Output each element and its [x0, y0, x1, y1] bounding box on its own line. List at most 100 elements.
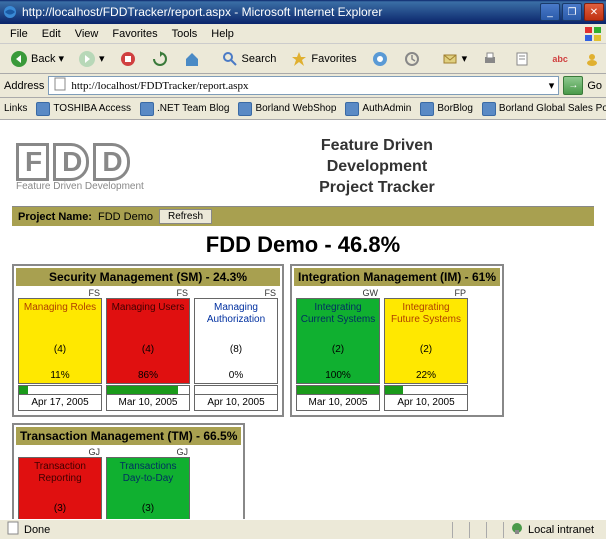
card-body: Managing Authorization(8)0%	[194, 298, 278, 384]
card-percent: 11%	[19, 368, 101, 383]
home-button[interactable]	[177, 46, 207, 72]
search-button[interactable]: Search	[215, 46, 283, 72]
menu-tools[interactable]: Tools	[166, 26, 204, 42]
window-titlebar: http://localhost/FDDTracker/report.aspx …	[0, 0, 606, 24]
card-percent: 86%	[107, 368, 189, 383]
link-item[interactable]: TOSHIBA Access	[32, 100, 135, 118]
status-cell	[469, 522, 482, 538]
progress-fill	[297, 386, 379, 394]
link-item[interactable]: Borland Global Sales Portal	[478, 100, 606, 118]
address-input-container[interactable]: ▾	[48, 76, 559, 95]
stop-icon	[119, 50, 137, 68]
back-label: Back	[31, 53, 55, 65]
links-bar: Links TOSHIBA Access .NET Team Blog Borl…	[0, 98, 606, 120]
app-title: Feature Driven Development Project Track…	[164, 136, 590, 198]
menu-view[interactable]: View	[69, 26, 105, 42]
feature-card: GJTransactions Day-to-Day(3)100%Mar 10, …	[106, 447, 190, 519]
link-item[interactable]: .NET Team Blog	[136, 100, 233, 118]
card-name: Integrating Current Systems	[297, 299, 379, 331]
address-input[interactable]	[71, 80, 544, 92]
print-button[interactable]	[475, 46, 505, 72]
links-label: Links	[4, 103, 31, 114]
feature-card: GJTransaction Reporting(3)33%Mar 10, 200…	[18, 447, 102, 519]
star-icon	[290, 50, 308, 68]
page-content: FDD Feature Driven Development Feature D…	[0, 120, 606, 519]
menu-edit[interactable]: Edit	[36, 26, 67, 42]
favorites-button[interactable]: Favorites	[284, 46, 362, 72]
owner-initials: GW	[296, 288, 380, 298]
history-button[interactable]	[397, 46, 427, 72]
abc-icon: abc	[551, 50, 569, 68]
back-button[interactable]: Back ▾	[4, 46, 70, 72]
ext1-button[interactable]: abc	[545, 46, 575, 72]
go-label: Go	[587, 80, 602, 92]
minimize-button[interactable]: _	[540, 3, 560, 21]
refresh-button[interactable]	[145, 46, 175, 72]
refresh-button[interactable]: Refresh	[159, 209, 212, 224]
card-count: (8)	[195, 331, 277, 368]
card-count: (3)	[19, 490, 101, 519]
link-item[interactable]: AuthAdmin	[341, 100, 415, 118]
go-button[interactable]: →	[563, 76, 583, 95]
card-date: Mar 10, 2005	[296, 395, 380, 411]
link-icon	[482, 102, 496, 116]
media-button[interactable]	[365, 46, 395, 72]
link-icon	[36, 102, 50, 116]
owner-initials: GJ	[18, 447, 102, 457]
address-label: Address	[4, 80, 44, 92]
link-icon	[238, 102, 252, 116]
edit-button[interactable]	[507, 46, 537, 72]
logo-tagline: Feature Driven Development	[16, 181, 144, 192]
card-name: Managing Roles	[19, 299, 101, 331]
close-button[interactable]: ✕	[584, 3, 604, 21]
media-icon	[371, 50, 389, 68]
feature-card: FSManaging Authorization(8)0% Apr 10, 200…	[194, 288, 278, 411]
chevron-down-icon: ▾	[99, 52, 105, 65]
link-item[interactable]: Borland WebShop	[234, 100, 340, 118]
card-body: Integrating Current Systems(2)100%	[296, 298, 380, 384]
owner-initials: FS	[18, 288, 102, 298]
address-bar: Address ▾ → Go	[0, 74, 606, 98]
group-title: Integration Management (IM) - 61%	[294, 268, 500, 286]
project-label: Project Name:	[18, 211, 92, 223]
card-percent: 100%	[297, 368, 379, 383]
menu-help[interactable]: Help	[205, 26, 240, 42]
card-body: Transactions Day-to-Day(3)100%	[106, 457, 190, 519]
feature-card: FSManaging Users(4)86%Mar 10, 2005	[106, 288, 190, 411]
progress-fill	[385, 386, 403, 394]
menu-file[interactable]: File	[4, 26, 34, 42]
messenger-icon	[583, 50, 601, 68]
owner-initials: FS	[194, 288, 278, 298]
card-count: (3)	[107, 490, 189, 519]
ext2-button[interactable]	[577, 46, 606, 72]
cards-row: GJTransaction Reporting(3)33%Mar 10, 200…	[16, 445, 241, 519]
main-title: FDD Demo - 46.8%	[12, 226, 594, 264]
link-item[interactable]: BorBlog	[416, 100, 477, 118]
app-header: FDD Feature Driven Development Feature D…	[12, 128, 594, 207]
stop-button[interactable]	[113, 46, 143, 72]
card-date: Apr 10, 2005	[194, 395, 278, 411]
page-icon	[53, 77, 67, 94]
maximize-button[interactable]: ❐	[562, 3, 582, 21]
chevron-down-icon: ▾	[58, 52, 64, 65]
back-icon	[10, 50, 28, 68]
progress-bar	[194, 385, 278, 395]
card-date: Apr 10, 2005	[384, 395, 468, 411]
status-cell	[486, 522, 499, 538]
card-percent: 0%	[195, 368, 277, 383]
link-icon	[420, 102, 434, 116]
security-zone: Local intranet	[503, 522, 600, 538]
mail-button[interactable]: ▾	[435, 46, 474, 72]
cards-row: FSManaging Roles(4)11%Apr 17, 2005FSMana…	[16, 286, 280, 413]
card-count: (2)	[385, 331, 467, 368]
forward-button[interactable]: ▾	[72, 46, 111, 72]
feature-card: GWIntegrating Current Systems(2)100% Mar …	[296, 288, 380, 411]
chevron-down-icon[interactable]: ▾	[549, 79, 555, 92]
intranet-icon	[510, 521, 524, 538]
menu-favorites[interactable]: Favorites	[106, 26, 163, 42]
card-name: Transactions Day-to-Day	[107, 458, 189, 490]
progress-bar	[384, 385, 468, 395]
window-title: http://localhost/FDDTracker/report.aspx …	[22, 5, 540, 19]
windows-flag-icon	[584, 26, 602, 42]
mail-icon	[441, 50, 459, 68]
